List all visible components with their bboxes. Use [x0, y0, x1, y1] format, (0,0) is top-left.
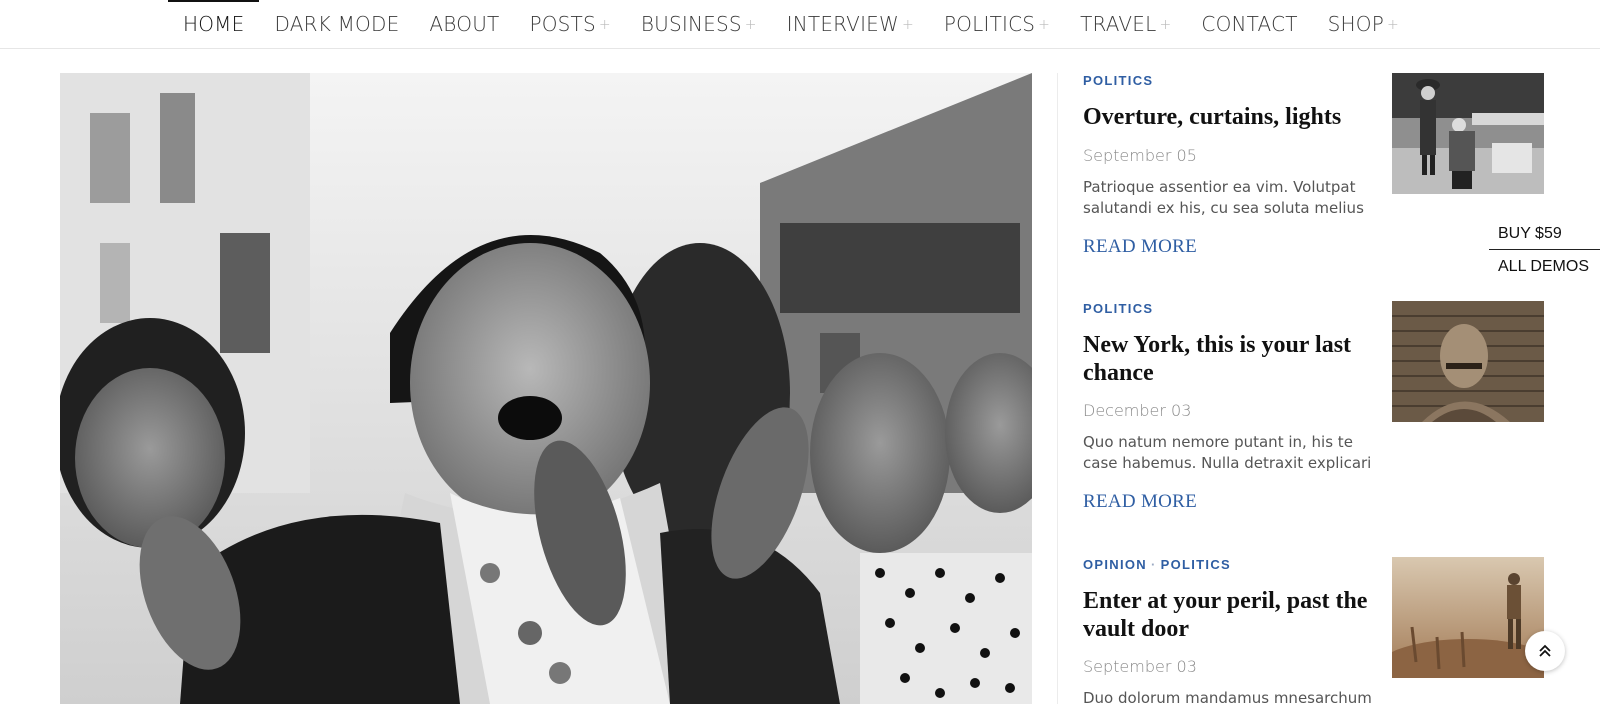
- double-chevron-up-icon: [1539, 644, 1551, 657]
- submenu-plus-icon: +: [1159, 17, 1172, 33]
- thumbnail-illustration: [1392, 73, 1544, 194]
- buy-button[interactable]: BUY $59: [1498, 225, 1562, 243]
- nav-item-label: HOME: [183, 12, 245, 36]
- article-date: December 03: [1083, 401, 1192, 420]
- column-divider: [1057, 73, 1058, 704]
- nav-item-label: DARK MODE: [274, 12, 400, 36]
- nav-item-label: CONTACT: [1201, 12, 1298, 36]
- nav-item-interview[interactable]: INTERVIEW +: [772, 0, 929, 48]
- purchase-widget: BUY $59 ALL DEMOS: [1489, 215, 1600, 281]
- all-demos-button[interactable]: ALL DEMOS: [1498, 258, 1589, 276]
- nav-item-posts[interactable]: POSTS +: [514, 0, 625, 48]
- submenu-plus-icon: +: [744, 17, 757, 33]
- article-date: September 05: [1083, 146, 1197, 165]
- nav-item-label: INTERVIEW: [786, 12, 899, 36]
- article-title[interactable]: Enter at your peril, past the vault door: [1083, 587, 1373, 643]
- thumbnail-illustration: [1392, 301, 1544, 422]
- nav-item-politics[interactable]: POLITICS +: [929, 0, 1065, 48]
- article-title[interactable]: Overture, curtains, lights: [1083, 103, 1373, 131]
- submenu-plus-icon: +: [901, 17, 914, 33]
- submenu-plus-icon: +: [1387, 17, 1399, 33]
- nav-item-label: TRAVEL: [1080, 12, 1157, 36]
- article-categories: POLITICS: [1083, 301, 1153, 316]
- category-link[interactable]: OPINION: [1083, 557, 1147, 572]
- thumbnail-illustration: [1392, 557, 1544, 678]
- nav-item-label: POLITICS: [943, 12, 1036, 36]
- article-thumbnail[interactable]: [1392, 557, 1544, 678]
- article-categories: OPINION · POLITICS: [1083, 557, 1231, 572]
- nav-item-dark-mode[interactable]: DARK MODE: [259, 0, 414, 48]
- submenu-plus-icon: +: [598, 17, 611, 33]
- nav-item-label: ABOUT: [429, 12, 500, 36]
- back-to-top-button[interactable]: [1525, 631, 1565, 671]
- featured-post-image[interactable]: [60, 73, 1032, 704]
- article-thumbnail[interactable]: [1392, 73, 1544, 194]
- category-link[interactable]: POLITICS: [1083, 301, 1153, 316]
- category-link[interactable]: POLITICS: [1083, 73, 1153, 88]
- article-excerpt: Quo natum nemore putant in, his te case …: [1083, 433, 1372, 472]
- nav-item-label: SHOP: [1327, 12, 1384, 36]
- nav-item-about[interactable]: ABOUT: [414, 0, 514, 48]
- article-title[interactable]: New York, this is your last chance: [1083, 331, 1373, 387]
- article-categories: POLITICS: [1083, 73, 1153, 88]
- purchase-divider: [1489, 249, 1600, 250]
- category-separator: ·: [1151, 557, 1157, 572]
- nav-item-label: POSTS: [529, 12, 596, 36]
- article-card: POLITICS Overture, curtains, lights Sept…: [1083, 73, 1553, 263]
- article-excerpt: Patrioque assentior ea vim. Volutpat sal…: [1083, 178, 1364, 217]
- nav-item-shop[interactable]: SHOP +: [1313, 0, 1414, 48]
- article-thumbnail[interactable]: [1392, 301, 1544, 422]
- read-more-link[interactable]: READ MORE: [1083, 491, 1197, 513]
- nav-item-business[interactable]: BUSINESS +: [626, 0, 772, 48]
- nav-menu: HOME DARK MODE ABOUT POSTS + BUSINESS + …: [168, 0, 1414, 48]
- article-card: POLITICS New York, this is your last cha…: [1083, 301, 1553, 513]
- featured-photo-illustration: [60, 73, 1032, 704]
- nav-item-label: BUSINESS: [640, 12, 742, 36]
- submenu-plus-icon: +: [1038, 17, 1051, 33]
- read-more-link[interactable]: READ MORE: [1083, 236, 1197, 258]
- nav-item-contact[interactable]: CONTACT: [1186, 0, 1312, 48]
- article-card: OPINION · POLITICS Enter at your peril, pa…: [1083, 557, 1553, 704]
- article-excerpt: Duo dolorum mandamus mnesarchum: [1083, 689, 1372, 704]
- nav-item-travel[interactable]: TRAVEL +: [1065, 0, 1186, 48]
- article-date: September 03: [1083, 657, 1197, 676]
- main-navigation: HOME DARK MODE ABOUT POSTS + BUSINESS + …: [0, 0, 1600, 49]
- category-link[interactable]: POLITICS: [1161, 557, 1231, 572]
- nav-item-home[interactable]: HOME: [168, 0, 260, 48]
